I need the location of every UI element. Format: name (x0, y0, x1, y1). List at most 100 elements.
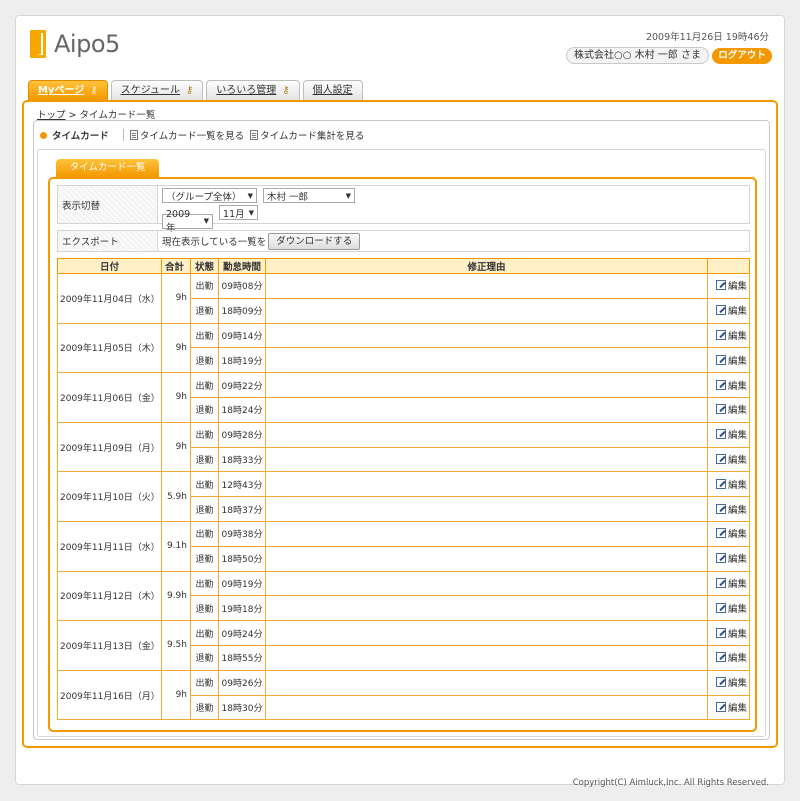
cell-total: 9h (161, 669, 191, 721)
table-row: 2009年11月05日（木） 9h 出勤 09時14分 編集 (57, 322, 750, 374)
filter-label: 表示切替 (58, 186, 158, 223)
cell-time: 09時28分 (218, 421, 266, 448)
cell-total: 9.5h (161, 620, 191, 671)
edit-link[interactable]: 編集 (715, 626, 747, 640)
cell-date: 2009年11月05日（木） (57, 322, 162, 374)
edit-link[interactable]: 編集 (715, 378, 747, 392)
cell-reason (265, 545, 708, 572)
key-icon: ⚷ (185, 85, 194, 96)
tab-management[interactable]: いろいろ管理 ⚷ (206, 80, 300, 100)
cell-reason (265, 694, 708, 721)
edit-link[interactable]: 編集 (715, 402, 747, 416)
timecard-list-link-label: タイムカード一覧を見る (139, 131, 245, 142)
cell-edit: 編集 (707, 471, 750, 498)
dropdown-arrow-icon: ▼ (248, 208, 255, 217)
cell-edit: 編集 (707, 496, 750, 522)
edit-link[interactable]: 編集 (715, 526, 747, 540)
dropdown-arrow-icon: ▼ (345, 191, 352, 200)
edit-label: 編集 (727, 454, 747, 466)
month-select[interactable]: 11月 ▼ (219, 205, 259, 220)
cell-time: 18時24分 (218, 396, 266, 423)
tab-timecard-list[interactable]: タイムカード一覧 (56, 159, 159, 177)
cell-total: 9.1h (161, 520, 191, 572)
cell-date: 2009年11月10日（火） (57, 471, 162, 522)
edit-link[interactable]: 編集 (715, 303, 747, 317)
edit-link[interactable]: 編集 (715, 427, 747, 441)
cell-time: 18時50分 (218, 545, 266, 572)
edit-link[interactable]: 編集 (715, 551, 747, 566)
edit-link[interactable]: 編集 (715, 650, 747, 665)
edit-link[interactable]: 編集 (715, 700, 747, 714)
cell-reason (265, 669, 708, 696)
cell-state: 出勤 (190, 273, 219, 299)
cell-edit: 編集 (707, 372, 750, 398)
tab-label: スケジュール (120, 85, 180, 96)
year-select[interactable]: 2009年 ▼ (162, 209, 213, 234)
user-select[interactable]: 木村 一郎 ▼ (263, 188, 356, 203)
timecard-list-link[interactable]: タイムカード一覧を見る (129, 128, 245, 142)
group-select-value: （グループ全体） (166, 191, 242, 203)
cell-reason (265, 421, 708, 448)
tab-personal-settings[interactable]: 個人設定 (302, 80, 363, 100)
cell-state: 出勤 (190, 520, 219, 547)
aipo-logo[interactable]: Aipo5 (30, 29, 120, 59)
col-date: 日付 (57, 258, 162, 274)
download-button[interactable]: ダウンロードする (268, 232, 361, 250)
edit-link[interactable]: 編集 (715, 328, 747, 342)
cell-state: 出勤 (190, 322, 219, 349)
cell-edit: 編集 (707, 446, 750, 473)
cell-edit: 編集 (707, 694, 750, 721)
document-icon (250, 130, 259, 140)
timecard-summary-link-label: タイムカード集計を見る (260, 131, 365, 142)
dropdown-arrow-icon: ▼ (203, 217, 209, 225)
edit-link[interactable]: 編集 (715, 353, 747, 367)
main-tabs: Myページ ⚷ スケジュール ⚷ いろいろ管理 ⚷ 個人設定 (28, 80, 366, 100)
cell-state: 出勤 (190, 570, 219, 597)
pencil-icon (715, 305, 726, 316)
edit-link[interactable]: 編集 (715, 675, 747, 689)
edit-link[interactable]: 編集 (715, 477, 747, 491)
tab-schedule[interactable]: スケジュール ⚷ (110, 80, 204, 100)
cell-time: 09時26分 (218, 669, 266, 696)
portlet-toolbar: タイムカード タイムカード一覧を見る タイムカード集計を見る (40, 128, 370, 142)
table-row: 2009年11月16日（月） 9h 出勤 09時26分 編集 (57, 669, 750, 721)
cell-total: 9h (161, 322, 191, 374)
logout-button[interactable]: ログアウト (712, 48, 772, 64)
cell-edit: 編集 (707, 595, 750, 622)
edit-link[interactable]: 編集 (715, 452, 747, 466)
cell-reason (265, 322, 708, 349)
cell-edit: 編集 (707, 347, 750, 374)
cell-total: 9h (161, 372, 191, 423)
edit-link[interactable]: 編集 (715, 278, 747, 292)
cell-reason (265, 570, 708, 597)
pencil-icon (715, 652, 726, 663)
edit-link[interactable]: 編集 (715, 502, 747, 516)
edit-label: 編集 (727, 628, 747, 640)
cell-state: 出勤 (190, 669, 219, 696)
cell-time: 09時19分 (218, 570, 266, 597)
table-header-row: 日付 合計 状態 勤怠時間 修正理由 (57, 258, 750, 274)
cell-state: 退勤 (190, 347, 219, 374)
filter-controls: （グループ全体） ▼ 木村 一郎 ▼ 2009年 ▼ 11月 ▼ (158, 186, 749, 234)
cell-edit: 編集 (707, 669, 750, 696)
group-select[interactable]: （グループ全体） ▼ (162, 188, 257, 203)
cell-state: 退勤 (190, 446, 219, 473)
cell-reason (265, 273, 708, 299)
cell-time: 18時19分 (218, 347, 266, 374)
timecard-summary-link[interactable]: タイムカード集計を見る (250, 128, 364, 142)
cell-edit: 編集 (707, 396, 750, 423)
current-datetime: 2009年11月26日 19時46分 (645, 32, 769, 43)
edit-link[interactable]: 編集 (715, 576, 747, 590)
pencil-icon (715, 528, 726, 539)
edit-link[interactable]: 編集 (715, 601, 747, 615)
edit-label: 編集 (727, 653, 747, 665)
dropdown-arrow-icon: ▼ (247, 191, 253, 200)
cell-total: 5.9h (161, 471, 191, 522)
timecard-list-panel: 表示切替 （グループ全体） ▼ 木村 一郎 ▼ 2009年 ▼ 11月 ▼ エク… (48, 177, 757, 732)
edit-label: 編集 (727, 554, 747, 566)
tab-label: 個人設定 (312, 85, 353, 96)
tab-mypage[interactable]: Myページ ⚷ (28, 80, 108, 100)
app-frame: Aipo5 2009年11月26日 19時46分 株式会社○○ 木村 一郎 さま… (15, 15, 785, 788)
cell-time: 09時14分 (218, 322, 266, 349)
filter-row: 表示切替 （グループ全体） ▼ 木村 一郎 ▼ 2009年 ▼ 11月 ▼ (57, 185, 750, 234)
